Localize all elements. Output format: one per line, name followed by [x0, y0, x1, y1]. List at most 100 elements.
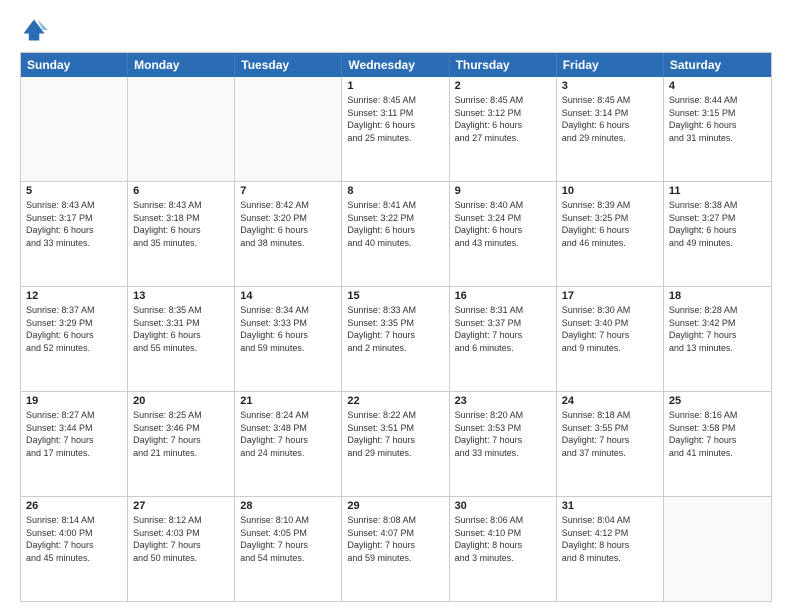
cell-info: Sunrise: 8:33 AM Sunset: 3:35 PM Dayligh…: [347, 304, 443, 354]
cell-date: 21: [240, 395, 336, 407]
cell-date: 14: [240, 290, 336, 302]
empty-cell: [21, 77, 128, 181]
cell-info: Sunrise: 8:41 AM Sunset: 3:22 PM Dayligh…: [347, 199, 443, 249]
day-header-thursday: Thursday: [450, 53, 557, 77]
calendar-cell-26: 26 Sunrise: 8:14 AM Sunset: 4:00 PM Dayli…: [21, 497, 128, 601]
calendar-cell-7: 7 Sunrise: 8:42 AM Sunset: 3:20 PM Daylig…: [235, 182, 342, 286]
cell-date: 29: [347, 500, 443, 512]
cell-date: 1: [347, 80, 443, 92]
calendar-cell-9: 9 Sunrise: 8:40 AM Sunset: 3:24 PM Daylig…: [450, 182, 557, 286]
calendar-cell-16: 16 Sunrise: 8:31 AM Sunset: 3:37 PM Dayli…: [450, 287, 557, 391]
week-row-3: 12 Sunrise: 8:37 AM Sunset: 3:29 PM Dayli…: [21, 286, 771, 391]
cell-info: Sunrise: 8:37 AM Sunset: 3:29 PM Dayligh…: [26, 304, 122, 354]
cell-date: 27: [133, 500, 229, 512]
cell-date: 12: [26, 290, 122, 302]
cell-date: 20: [133, 395, 229, 407]
calendar-cell-30: 30 Sunrise: 8:06 AM Sunset: 4:10 PM Dayli…: [450, 497, 557, 601]
cell-date: 22: [347, 395, 443, 407]
calendar-cell-15: 15 Sunrise: 8:33 AM Sunset: 3:35 PM Dayli…: [342, 287, 449, 391]
week-row-5: 26 Sunrise: 8:14 AM Sunset: 4:00 PM Dayli…: [21, 496, 771, 601]
cell-date: 7: [240, 185, 336, 197]
empty-cell: [128, 77, 235, 181]
cell-info: Sunrise: 8:45 AM Sunset: 3:11 PM Dayligh…: [347, 94, 443, 144]
calendar-cell-29: 29 Sunrise: 8:08 AM Sunset: 4:07 PM Dayli…: [342, 497, 449, 601]
calendar-cell-20: 20Sunrise: 8:25 AM Sunset: 3:46 PM Dayli…: [128, 392, 235, 496]
calendar-cell-22: 22 Sunrise: 8:22 AM Sunset: 3:51 PM Dayli…: [342, 392, 449, 496]
calendar-cell-4: 4Sunrise: 8:44 AM Sunset: 3:15 PM Daylig…: [664, 77, 771, 181]
cell-date: 16: [455, 290, 551, 302]
cell-info: Sunrise: 8:45 AM Sunset: 3:14 PM Dayligh…: [562, 94, 658, 144]
cell-info: Sunrise: 8:31 AM Sunset: 3:37 PM Dayligh…: [455, 304, 551, 354]
cell-date: 17: [562, 290, 658, 302]
calendar-cell-12: 12 Sunrise: 8:37 AM Sunset: 3:29 PM Dayli…: [21, 287, 128, 391]
cell-date: 28: [240, 500, 336, 512]
cell-info: Sunrise: 8:39 AM Sunset: 3:25 PM Dayligh…: [562, 199, 658, 249]
cell-info: Sunrise: 8:12 AM Sunset: 4:03 PM Dayligh…: [133, 514, 229, 564]
cell-date: 19: [26, 395, 122, 407]
cell-info: Sunrise: 8:04 AM Sunset: 4:12 PM Dayligh…: [562, 514, 658, 564]
day-header-tuesday: Tuesday: [235, 53, 342, 77]
calendar: SundayMondayTuesdayWednesdayThursdayFrid…: [20, 52, 772, 602]
cell-info: Sunrise: 8:16 AM Sunset: 3:58 PM Dayligh…: [669, 409, 766, 459]
week-row-2: 5 Sunrise: 8:43 AM Sunset: 3:17 PM Daylig…: [21, 181, 771, 286]
logo-icon: [20, 16, 48, 44]
calendar-cell-13: 13Sunrise: 8:35 AM Sunset: 3:31 PM Dayli…: [128, 287, 235, 391]
cell-date: 13: [133, 290, 229, 302]
cell-date: 26: [26, 500, 122, 512]
page: SundayMondayTuesdayWednesdayThursdayFrid…: [0, 0, 792, 612]
cell-info: Sunrise: 8:20 AM Sunset: 3:53 PM Dayligh…: [455, 409, 551, 459]
cell-info: Sunrise: 8:06 AM Sunset: 4:10 PM Dayligh…: [455, 514, 551, 564]
calendar-cell-14: 14 Sunrise: 8:34 AM Sunset: 3:33 PM Dayli…: [235, 287, 342, 391]
calendar-cell-6: 6Sunrise: 8:43 AM Sunset: 3:18 PM Daylig…: [128, 182, 235, 286]
cell-info: Sunrise: 8:28 AM Sunset: 3:42 PM Dayligh…: [669, 304, 766, 354]
cell-date: 25: [669, 395, 766, 407]
calendar-cell-28: 28 Sunrise: 8:10 AM Sunset: 4:05 PM Dayli…: [235, 497, 342, 601]
day-header-monday: Monday: [128, 53, 235, 77]
cell-date: 24: [562, 395, 658, 407]
calendar-cell-17: 17 Sunrise: 8:30 AM Sunset: 3:40 PM Dayli…: [557, 287, 664, 391]
calendar-cell-31: 31 Sunrise: 8:04 AM Sunset: 4:12 PM Dayli…: [557, 497, 664, 601]
calendar-cell-24: 24Sunrise: 8:18 AM Sunset: 3:55 PM Dayli…: [557, 392, 664, 496]
cell-date: 3: [562, 80, 658, 92]
cell-info: Sunrise: 8:30 AM Sunset: 3:40 PM Dayligh…: [562, 304, 658, 354]
cell-info: Sunrise: 8:40 AM Sunset: 3:24 PM Dayligh…: [455, 199, 551, 249]
cell-date: 5: [26, 185, 122, 197]
calendar-cell-19: 19Sunrise: 8:27 AM Sunset: 3:44 PM Dayli…: [21, 392, 128, 496]
week-row-4: 19Sunrise: 8:27 AM Sunset: 3:44 PM Dayli…: [21, 391, 771, 496]
cell-info: Sunrise: 8:34 AM Sunset: 3:33 PM Dayligh…: [240, 304, 336, 354]
logo: [20, 16, 52, 44]
cell-info: Sunrise: 8:45 AM Sunset: 3:12 PM Dayligh…: [455, 94, 551, 144]
cell-info: Sunrise: 8:43 AM Sunset: 3:18 PM Dayligh…: [133, 199, 229, 249]
calendar-body: 1 Sunrise: 8:45 AM Sunset: 3:11 PM Daylig…: [21, 77, 771, 601]
cell-info: Sunrise: 8:42 AM Sunset: 3:20 PM Dayligh…: [240, 199, 336, 249]
cell-info: Sunrise: 8:10 AM Sunset: 4:05 PM Dayligh…: [240, 514, 336, 564]
cell-info: Sunrise: 8:14 AM Sunset: 4:00 PM Dayligh…: [26, 514, 122, 564]
cell-date: 10: [562, 185, 658, 197]
calendar-cell-8: 8Sunrise: 8:41 AM Sunset: 3:22 PM Daylig…: [342, 182, 449, 286]
cell-date: 2: [455, 80, 551, 92]
day-header-saturday: Saturday: [664, 53, 771, 77]
empty-cell: [235, 77, 342, 181]
cell-date: 18: [669, 290, 766, 302]
cell-info: Sunrise: 8:43 AM Sunset: 3:17 PM Dayligh…: [26, 199, 122, 249]
cell-info: Sunrise: 8:22 AM Sunset: 3:51 PM Dayligh…: [347, 409, 443, 459]
cell-date: 31: [562, 500, 658, 512]
cell-date: 30: [455, 500, 551, 512]
cell-date: 15: [347, 290, 443, 302]
calendar-cell-18: 18 Sunrise: 8:28 AM Sunset: 3:42 PM Dayli…: [664, 287, 771, 391]
cell-info: Sunrise: 8:24 AM Sunset: 3:48 PM Dayligh…: [240, 409, 336, 459]
cell-date: 9: [455, 185, 551, 197]
cell-info: Sunrise: 8:08 AM Sunset: 4:07 PM Dayligh…: [347, 514, 443, 564]
day-header-sunday: Sunday: [21, 53, 128, 77]
cell-date: 23: [455, 395, 551, 407]
week-row-1: 1 Sunrise: 8:45 AM Sunset: 3:11 PM Daylig…: [21, 77, 771, 181]
calendar-cell-10: 10 Sunrise: 8:39 AM Sunset: 3:25 PM Dayli…: [557, 182, 664, 286]
empty-cell: [664, 497, 771, 601]
calendar-cell-3: 3 Sunrise: 8:45 AM Sunset: 3:14 PM Daylig…: [557, 77, 664, 181]
header: [20, 16, 772, 44]
day-header-wednesday: Wednesday: [342, 53, 449, 77]
cell-info: Sunrise: 8:38 AM Sunset: 3:27 PM Dayligh…: [669, 199, 766, 249]
cell-info: Sunrise: 8:44 AM Sunset: 3:15 PM Dayligh…: [669, 94, 766, 144]
calendar-cell-1: 1 Sunrise: 8:45 AM Sunset: 3:11 PM Daylig…: [342, 77, 449, 181]
day-header-friday: Friday: [557, 53, 664, 77]
